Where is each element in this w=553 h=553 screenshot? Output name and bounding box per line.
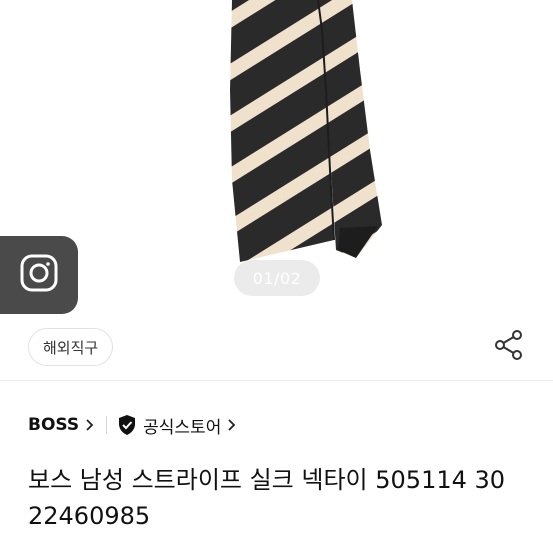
divider — [0, 380, 553, 381]
image-page-indicator: 01/02 — [234, 260, 320, 296]
brand-name: BOSS — [28, 415, 80, 435]
share-button[interactable] — [490, 328, 528, 366]
badge-label: 해외직구 — [43, 338, 99, 357]
official-store-label: 공식스토어 — [143, 417, 222, 438]
share-icon — [493, 329, 525, 365]
chevron-right-icon — [85, 418, 94, 432]
overseas-purchase-badge: 해외직구 — [28, 328, 114, 366]
brand-separator — [106, 416, 108, 434]
verified-shield-icon — [117, 414, 137, 436]
official-store-link[interactable]: 공식스토어 — [117, 413, 236, 438]
product-image[interactable]: 01/02 — [0, 0, 553, 310]
product-title: 보스 남성 스트라이프 실크 넥타이 505114 30 22460985 — [28, 466, 506, 530]
camera-icon — [19, 253, 59, 297]
chevron-right-icon — [227, 418, 236, 432]
brand-link[interactable]: BOSS — [28, 415, 94, 435]
brand-row: BOSS 공식스토어 — [28, 410, 236, 440]
camera-button[interactable] — [0, 236, 78, 314]
